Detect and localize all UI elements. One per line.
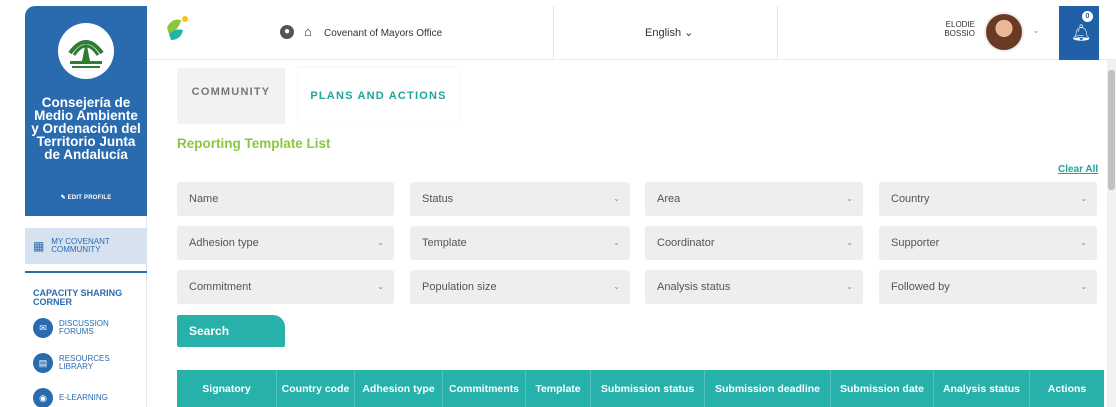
filter-label: Commitment [189,281,252,293]
organization-name: Consejería de Medio Ambiente y Ordenació… [31,95,141,162]
column-header-country-code[interactable]: Country code [277,370,355,407]
filter-country-select[interactable]: Country ⌄ [879,182,1097,216]
edit-icon: ✎ [60,195,68,201]
sidebar-divider [25,271,147,273]
chevron-down-icon: ⌄ [846,282,853,291]
covenant-logo[interactable] [165,14,191,42]
junta-andalucia-logo [58,23,114,79]
chevron-down-icon: ⌄ [613,238,620,247]
filter-name-input[interactable]: Name [177,182,394,216]
filter-label: Status [422,193,454,205]
bell-icon: 🔔︎ [1071,25,1092,42]
filter-label: Followed by [891,281,950,293]
filter-population-size-select[interactable]: Population size ⌄ [410,270,630,304]
language-label: English [645,27,682,39]
language-selector[interactable]: English ⌄ [645,26,693,39]
sidebar: Consejería de Medio Ambiente y Ordenació… [25,6,147,407]
sidebar-item-label: DISCUSSION FORUMS [59,319,109,336]
column-header-template[interactable]: Template [526,370,591,407]
notification-badge: 0 [1082,11,1093,22]
divider [553,6,554,60]
chevron-down-icon: ⌄ [1080,194,1087,203]
column-header-commitments[interactable]: Commitments [443,370,526,407]
filter-supporter-select[interactable]: Supporter ⌄ [879,226,1097,260]
chevron-down-icon: ⌄ [846,194,853,203]
table-header: Signatory Country code Adhesion type Com… [177,370,1104,407]
user-name[interactable]: ELODIE BOSSIO [915,20,975,38]
filter-label: Template [422,237,467,249]
tab-plans-and-actions[interactable]: PLANS AND ACTIONS [298,68,459,124]
user-first-name: ELODIE [945,20,975,29]
chevron-down-icon: ⌄ [684,27,694,39]
top-bar: ● ⌂ Covenant of Mayors Office English ⌄ … [147,6,1116,60]
filter-coordinator-select[interactable]: Coordinator ⌄ [645,226,863,260]
office-link[interactable]: Covenant of Mayors Office [324,28,442,39]
page-title: Reporting Template List [177,136,331,151]
user-last-name: BOSSIO [944,29,975,38]
sidebar-item-my-covenant-community[interactable]: ▦ MY COVENANT COMMUNITY [25,228,147,264]
filter-label: Analysis status [657,281,731,293]
column-header-submission-date[interactable]: Submission date [831,370,934,407]
chevron-down-icon: ⌄ [846,238,853,247]
home-icon[interactable]: ⌂ [304,24,312,39]
filter-area-select[interactable]: Area ⌄ [645,182,863,216]
chevron-down-icon: ⌄ [377,282,384,291]
chevron-down-icon: ⌄ [613,282,620,291]
filter-adhesion-type-select[interactable]: Adhesion type ⌄ [177,226,394,260]
globe-icon[interactable]: ● [280,25,294,39]
column-header-signatory[interactable]: Signatory [177,370,277,407]
chevron-down-icon: ⌄ [377,238,384,247]
filter-template-select[interactable]: Template ⌄ [410,226,630,260]
filter-label: Supporter [891,237,940,249]
filter-label: Name [189,193,219,205]
filter-label: Coordinator [657,237,715,249]
column-header-actions: Actions [1047,382,1087,395]
document-icon: ▤ [33,353,53,373]
column-header-submission-deadline[interactable]: Submission deadline [705,370,831,407]
filter-label: Adhesion type [189,237,259,249]
chevron-down-icon: ⌄ [1080,238,1087,247]
edit-profile-label: EDIT PROFILE [67,195,112,201]
chevron-down-icon[interactable]: ⌄ [1032,25,1040,36]
filter-commitment-select[interactable]: Commitment ⌄ [177,270,394,304]
filter-label: Population size [422,281,497,293]
scrollbar-thumb[interactable] [1108,70,1115,190]
community-icon: ▦ [33,239,45,253]
capacity-sharing-title: CAPACITY SHARING CORNER [33,288,123,307]
clear-all-link[interactable]: Clear All [1058,164,1098,175]
divider [777,6,778,60]
sidebar-item-resources-library[interactable]: ▤ RESOURCES LIBRARY [33,353,110,373]
page-scrollbar[interactable] [1107,60,1116,407]
sidebar-item-discussion-forums[interactable]: ✉ DISCUSSION FORUMS [33,318,109,338]
tab-community[interactable]: COMMUNITY [177,68,285,124]
filter-status-select[interactable]: Status ⌄ [410,182,630,216]
column-header-analysis-status[interactable]: Analysis status [934,370,1030,407]
sidebar-item-e-learning[interactable]: ◉ E-LEARNING [33,388,108,407]
elearning-icon: ◉ [33,388,53,407]
sidebar-item-label: RESOURCES LIBRARY [59,354,110,371]
column-header-adhesion-type[interactable]: Adhesion type [355,370,443,407]
chat-icon: ✉ [33,318,53,338]
edit-profile-link[interactable]: ✎ EDIT PROFILE [25,194,147,201]
notifications-button[interactable]: 🔔︎ 0 [1059,6,1099,60]
column-header-submission-status[interactable]: Submission status [591,370,705,407]
profile-card: Consejería de Medio Ambiente y Ordenació… [25,6,147,216]
sidebar-item-label: E-LEARNING [59,393,108,402]
filter-label: Area [657,193,681,205]
chevron-down-icon: ⌄ [613,194,620,203]
filter-followed-by-select[interactable]: Followed by ⌄ [879,270,1097,304]
sidebar-item-label: MY COVENANT COMMUNITY [51,237,110,254]
avatar[interactable] [984,12,1024,52]
search-button[interactable]: Search [177,315,285,347]
filter-analysis-status-select[interactable]: Analysis status ⌄ [645,270,863,304]
chevron-down-icon: ⌄ [1080,282,1087,291]
app-root: Consejería de Medio Ambiente y Ordenació… [0,0,1116,407]
filter-label: Country [891,193,930,205]
